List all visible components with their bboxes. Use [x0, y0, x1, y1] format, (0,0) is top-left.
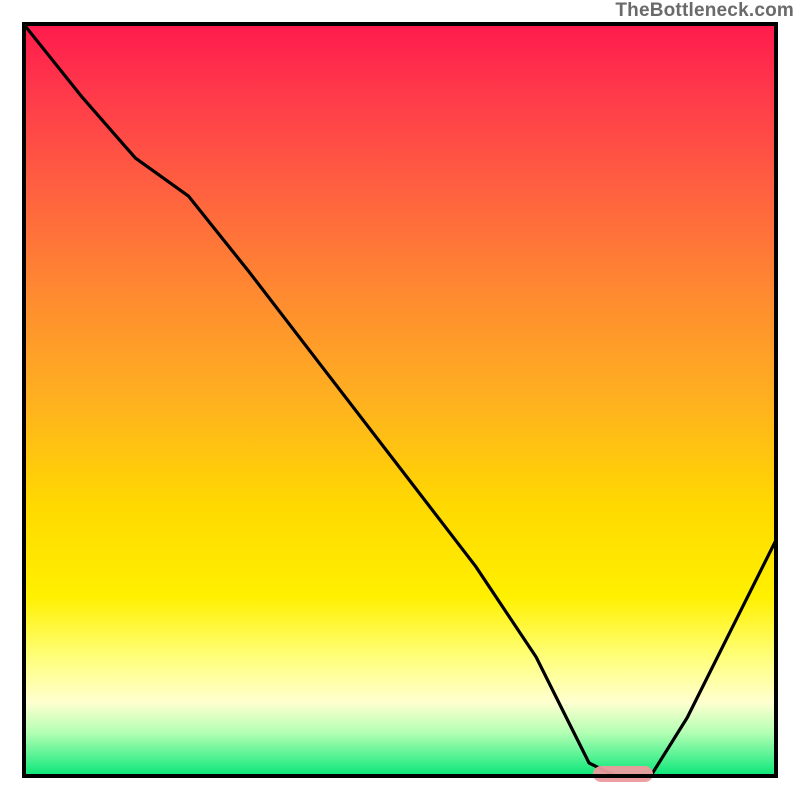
chart-frame: TheBottleneck.com — [0, 0, 800, 800]
site-watermark: TheBottleneck.com — [615, 0, 794, 22]
optimal-range-marker — [593, 766, 653, 782]
bottleneck-curve — [22, 22, 778, 778]
